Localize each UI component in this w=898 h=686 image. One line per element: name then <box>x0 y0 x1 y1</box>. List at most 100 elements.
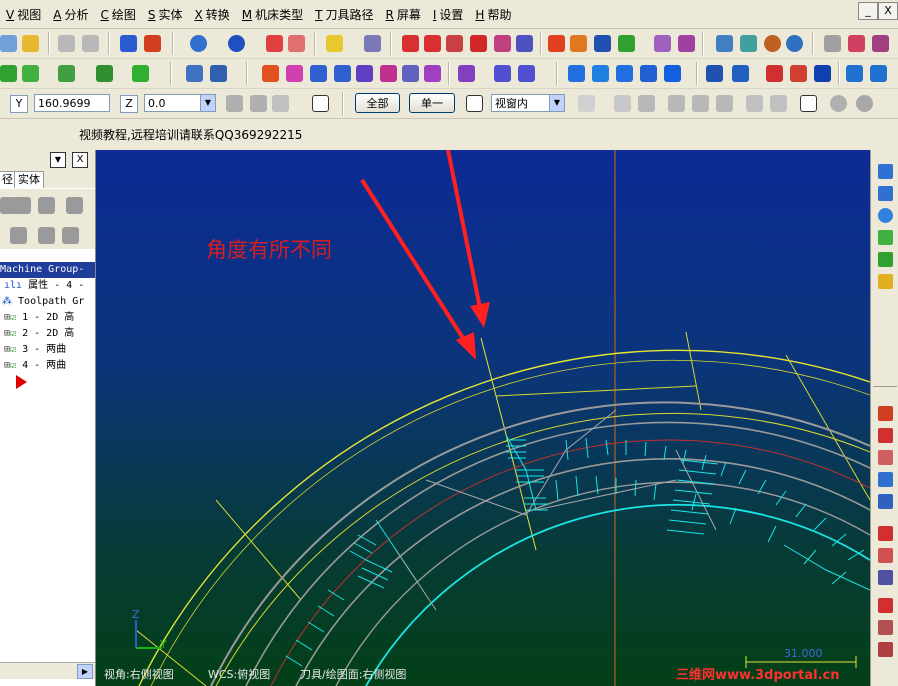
shell-icon[interactable] <box>814 65 831 82</box>
select-all-button[interactable]: 全部 <box>355 93 400 113</box>
zoom-window-icon[interactable] <box>878 164 893 179</box>
chamfer-icon[interactable] <box>766 65 783 82</box>
trim-icon[interactable] <box>402 65 419 82</box>
arrow-select-icon[interactable] <box>614 95 631 112</box>
arrow-down-icon[interactable] <box>878 598 893 613</box>
cylinder-icon[interactable] <box>132 65 149 82</box>
cube-icon[interactable] <box>732 65 749 82</box>
toolpath-a-icon[interactable] <box>402 35 419 52</box>
chain-icon[interactable] <box>458 65 475 82</box>
solid-icon[interactable] <box>664 65 681 82</box>
down-arrow-icon[interactable] <box>640 65 657 82</box>
erase-all-icon[interactable] <box>288 35 305 52</box>
move-up-icon[interactable] <box>62 227 79 244</box>
cancel-select-icon[interactable] <box>830 95 847 112</box>
stack-icon[interactable] <box>878 642 893 657</box>
post-icon[interactable] <box>618 35 635 52</box>
array-icon[interactable] <box>380 65 397 82</box>
offset-icon[interactable] <box>356 65 373 82</box>
sphere-icon[interactable] <box>228 35 245 52</box>
file-icon[interactable] <box>0 35 17 52</box>
fillet-icon[interactable] <box>790 65 807 82</box>
z-coordinate-field[interactable]: 0.0 ▼ <box>144 94 216 112</box>
dimension-icon[interactable] <box>878 450 893 465</box>
menu-help[interactable]: H 帮助 <box>469 6 517 23</box>
tree-operation-1[interactable]: ⊞☑ 1 - 2D 高 <box>0 310 99 326</box>
solid-b-icon[interactable] <box>878 548 893 563</box>
erase-icon[interactable] <box>266 35 283 52</box>
boolean-icon[interactable] <box>846 65 863 82</box>
stock-icon[interactable] <box>716 35 733 52</box>
solid-select-a-icon[interactable] <box>668 95 685 112</box>
copy-icon[interactable] <box>654 35 671 52</box>
sweep-icon[interactable] <box>616 65 633 82</box>
move-down-icon[interactable] <box>38 227 55 244</box>
rotate-xform-icon[interactable] <box>310 65 327 82</box>
insert-arrow-icon[interactable] <box>16 375 27 389</box>
regen-icon[interactable] <box>14 197 31 214</box>
translate-icon[interactable] <box>262 65 279 82</box>
lines-icon[interactable] <box>878 428 893 443</box>
menu-screen[interactable]: R 屏幕 <box>380 6 427 23</box>
menu-xform[interactable]: X 转换 <box>189 6 236 23</box>
globe-icon[interactable] <box>190 35 207 52</box>
scale-icon[interactable] <box>334 65 351 82</box>
menu-machine-type[interactable]: M 机床类型 <box>236 6 309 23</box>
menu-toolpaths[interactable]: T 刀具路径 <box>309 6 379 23</box>
toolpath-f-icon[interactable] <box>516 35 533 52</box>
hex-select-icon[interactable] <box>638 95 655 112</box>
end-select-icon[interactable] <box>856 95 873 112</box>
measure-icon[interactable] <box>364 35 381 52</box>
verify-select-icon[interactable] <box>800 95 817 112</box>
tree-operation-4[interactable]: ⊞☑ 4 - 两曲 <box>0 358 99 374</box>
machine-icon[interactable] <box>740 35 757 52</box>
box-icon[interactable] <box>706 65 723 82</box>
redo-icon[interactable] <box>82 35 99 52</box>
solid-select-c-icon[interactable] <box>716 95 733 112</box>
mirror-icon[interactable] <box>286 65 303 82</box>
lock-icon[interactable] <box>10 227 27 244</box>
extrude-icon[interactable] <box>568 65 585 82</box>
tree-properties[interactable]: ılı 属性 - 4 - <box>0 278 99 294</box>
solid-select-e-icon[interactable] <box>770 95 787 112</box>
fit-icon[interactable] <box>878 208 893 223</box>
light-icon[interactable] <box>326 35 343 52</box>
regen-dirty-icon[interactable] <box>38 197 55 214</box>
toolpath-b-icon[interactable] <box>424 35 441 52</box>
surface-icon[interactable] <box>186 65 203 82</box>
plane-icon[interactable] <box>878 494 893 509</box>
menu-analyze[interactable]: A 分析 <box>47 6 94 23</box>
solid-a-icon[interactable] <box>878 526 893 541</box>
line-icon[interactable] <box>58 65 75 82</box>
snap-point-icon[interactable] <box>22 65 39 82</box>
mode-dropdown-icon[interactable]: ▼ <box>549 95 564 111</box>
toolpath-d-icon[interactable] <box>470 35 487 52</box>
bracket-icon[interactable] <box>872 35 889 52</box>
help-icon[interactable] <box>312 95 329 112</box>
y-coordinate-field[interactable]: 160.9699 <box>34 94 110 112</box>
tree-operation-2[interactable]: ⊞☑ 2 - 2D 高 <box>0 326 99 342</box>
paste-icon[interactable] <box>678 35 695 52</box>
solid-c-icon[interactable] <box>878 570 893 585</box>
panel-scrollbar[interactable]: ▶ <box>0 662 95 679</box>
solid-select-d-icon[interactable] <box>746 95 763 112</box>
rule-table-icon[interactable] <box>878 406 893 421</box>
window-icon[interactable] <box>518 65 535 82</box>
pointer-icon[interactable] <box>466 95 483 112</box>
undo-icon[interactable] <box>58 35 75 52</box>
axis-icon[interactable] <box>210 65 227 82</box>
link-icon[interactable] <box>824 35 841 52</box>
sigma-icon[interactable] <box>594 35 611 52</box>
shade-icon[interactable] <box>144 35 161 52</box>
curve-icon[interactable] <box>848 35 865 52</box>
panel-close-button[interactable]: X <box>72 152 88 168</box>
toolpath-e-icon[interactable] <box>494 35 511 52</box>
ruler-icon[interactable] <box>878 472 893 487</box>
tab-solids[interactable]: 实体 <box>14 171 44 188</box>
top-view-icon[interactable] <box>878 230 893 245</box>
toolpath-c-icon[interactable] <box>446 35 463 52</box>
revolve-icon[interactable] <box>592 65 609 82</box>
panes-icon[interactable] <box>870 65 887 82</box>
point-icon[interactable] <box>0 65 17 82</box>
menu-settings[interactable]: I 设置 <box>427 6 470 23</box>
